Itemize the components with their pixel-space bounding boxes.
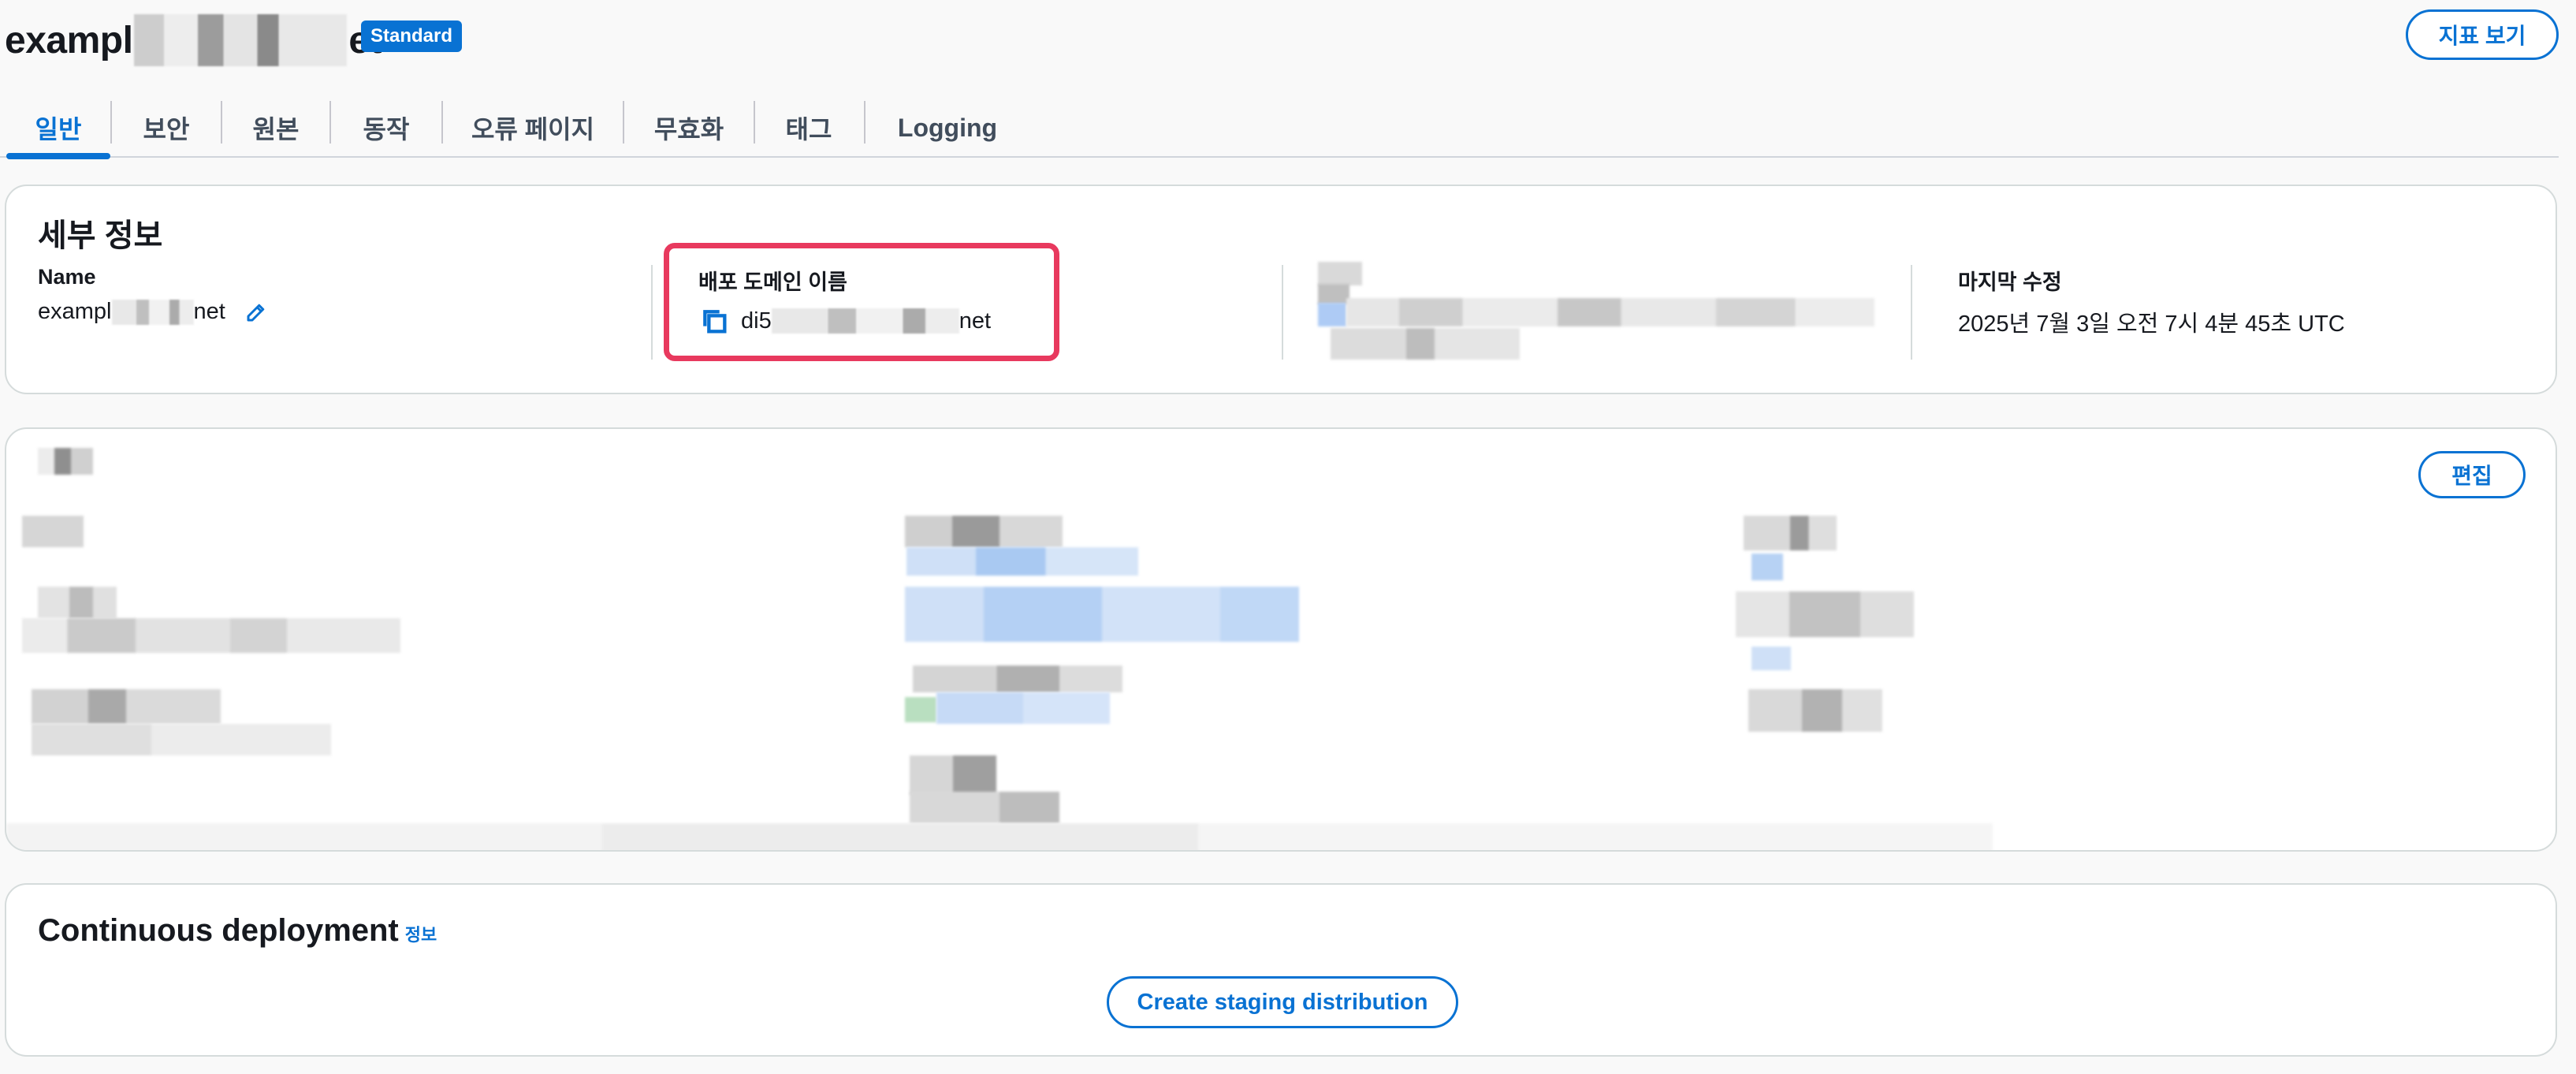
- tab-bar: 일반 보안 원본 동작 오류 페이지 무효화 태그 Logging: [0, 95, 2559, 159]
- redacted-status: [905, 697, 936, 722]
- column-divider: [1911, 265, 1912, 360]
- tab-logging[interactable]: Logging: [865, 104, 1029, 151]
- redacted-value: [1346, 298, 1874, 326]
- details-title: 세부 정보: [38, 218, 163, 253]
- tab-error-pages[interactable]: 오류 페이지: [443, 104, 623, 151]
- name-label: Name: [38, 265, 96, 289]
- edit-button[interactable]: 편집: [2418, 451, 2526, 498]
- tab-tags[interactable]: 태그: [755, 104, 862, 151]
- redacted-label: [38, 587, 117, 618]
- redacted-label: [22, 516, 84, 547]
- create-staging-distribution-button[interactable]: Create staging distribution: [1107, 976, 1458, 1028]
- redacted-heading: [38, 448, 93, 475]
- redacted-label: [905, 516, 1063, 547]
- redacted-value: [22, 618, 400, 653]
- distribution-page: exampl et Standard 지표 보기 일반 보안 원본 동작 오류 …: [0, 0, 2576, 1074]
- tab-origins[interactable]: 원본: [222, 104, 329, 151]
- redacted-value: [1331, 328, 1520, 360]
- last-modified-label: 마지막 수정: [1958, 270, 2062, 294]
- redacted-link: [1751, 554, 1783, 580]
- redacted-value: [1318, 303, 1346, 326]
- redacted-link: [906, 547, 1138, 576]
- redacted-label: [1318, 284, 1349, 304]
- highlight-box: [664, 243, 1059, 361]
- name-field: Name exampl net: [38, 265, 268, 325]
- redacted-value: [1748, 689, 1882, 732]
- last-modified-value: 2025년 7월 3일 오전 7시 4분 45초 UTC: [1958, 311, 2345, 337]
- tab-invalidations[interactable]: 무효화: [624, 104, 754, 151]
- redacted-label: [913, 666, 1122, 692]
- redacted-value: [32, 724, 331, 755]
- last-modified-field: 마지막 수정 2025년 7월 3일 오전 7시 4분 45초 UTC: [1958, 265, 2345, 338]
- redacted-link: [905, 587, 1299, 642]
- details-panel: 세부 정보 Name exampl net 배포 도메인 이름 di5 net …: [5, 185, 2557, 394]
- redacted-value: [32, 689, 221, 724]
- tab-security[interactable]: 보안: [112, 104, 221, 151]
- redacted-label: [910, 755, 996, 795]
- tab-behaviors[interactable]: 동작: [331, 104, 441, 151]
- continuous-deployment-heading: Continuous deployment 정보: [38, 913, 437, 949]
- redacted-name: [111, 299, 194, 325]
- redacted-value: [910, 792, 1059, 823]
- page-header: exampl et Standard 지표 보기: [0, 0, 2576, 79]
- redacted-link: [936, 692, 1110, 724]
- redacted-title: [134, 14, 348, 66]
- redacted-label: [1744, 516, 1837, 550]
- continuous-deployment-title: Continuous deployment: [38, 913, 399, 948]
- redacted-link: [1751, 647, 1791, 670]
- redacted-footer: [6, 823, 1993, 850]
- name-value: exampl net: [38, 299, 268, 325]
- tab-general[interactable]: 일반: [6, 104, 110, 159]
- price-class-badge: Standard: [361, 21, 463, 52]
- column-divider: [1282, 265, 1283, 360]
- settings-panel: 편집: [5, 427, 2557, 852]
- column-divider: [651, 265, 653, 360]
- view-metrics-button[interactable]: 지표 보기: [2406, 9, 2559, 60]
- page-title: exampl et: [5, 14, 382, 66]
- info-link[interactable]: 정보: [405, 925, 437, 945]
- continuous-deployment-panel: Continuous deployment 정보 Create staging d…: [5, 883, 2557, 1057]
- pencil-icon[interactable]: [244, 300, 268, 324]
- page-title-prefix: exampl: [5, 19, 133, 62]
- name-value-prefix: exampl: [38, 299, 112, 324]
- name-value-suffix: net: [193, 299, 225, 324]
- redacted-value: [1736, 591, 1914, 637]
- redacted-label: [1318, 262, 1362, 285]
